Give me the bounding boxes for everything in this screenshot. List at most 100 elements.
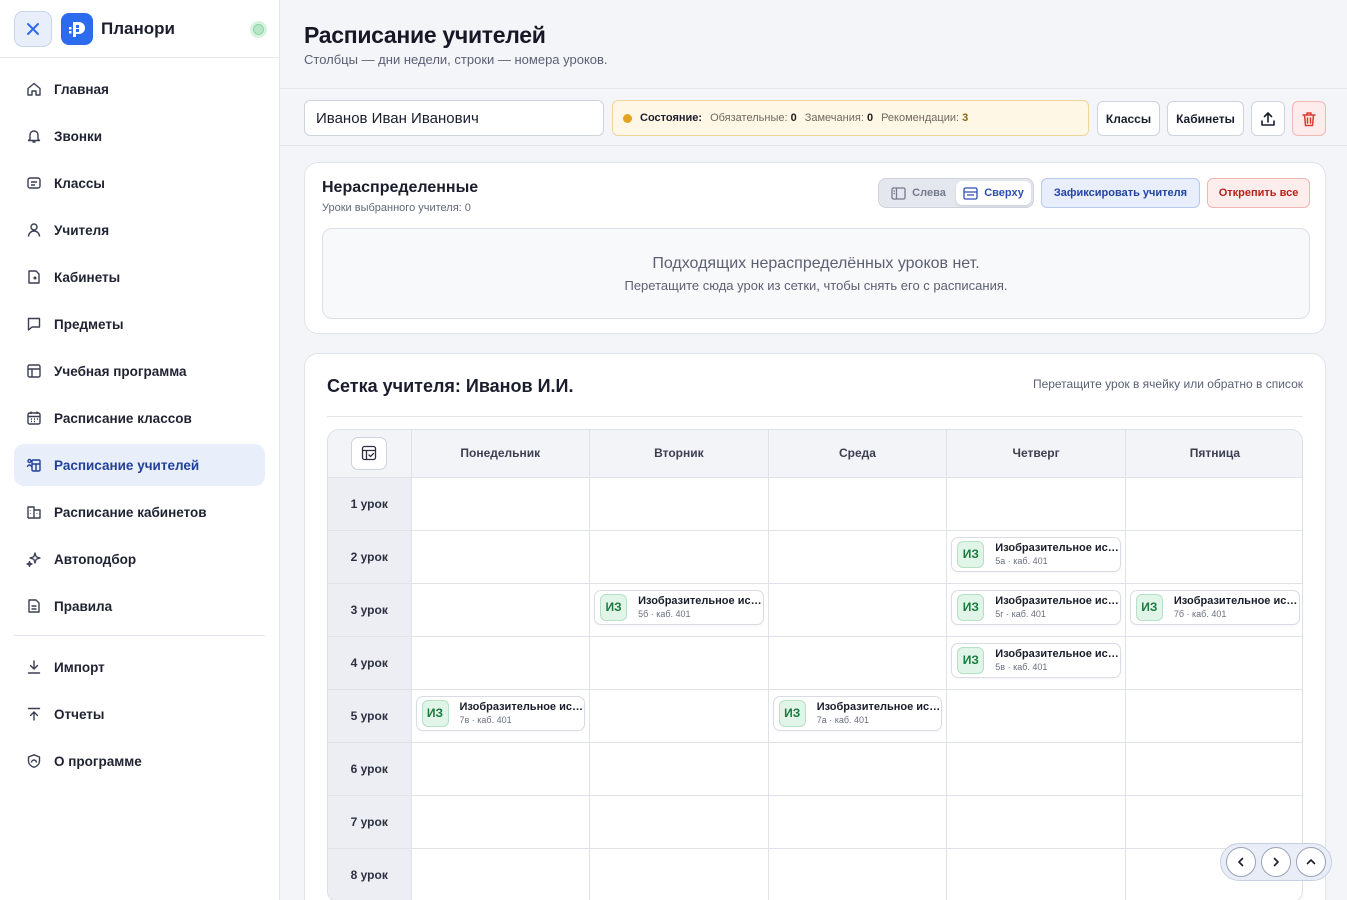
sidebar-item-reports[interactable]: Отчеты — [14, 693, 265, 735]
sidebar-divider — [14, 635, 265, 636]
schedule-cell[interactable] — [946, 848, 1126, 900]
prev-button[interactable] — [1226, 847, 1257, 877]
sidebar-item-curriculum[interactable]: Учебная программа — [14, 350, 265, 392]
subject-badge: ИЗ — [957, 540, 985, 568]
app-name: Планори — [101, 18, 175, 38]
scroll-top-button[interactable] — [1295, 847, 1326, 877]
schedule-cell[interactable] — [1125, 530, 1302, 584]
lesson-card[interactable]: ИЗ Изобразительное искусство 7а · каб. 401 — [772, 695, 943, 731]
schedule-cell[interactable] — [411, 583, 591, 637]
schedule-cell[interactable] — [411, 636, 591, 690]
schedule-cell[interactable]: ИЗ Изобразительное искусство 5г · каб. 401 — [946, 583, 1126, 637]
message-icon — [25, 315, 43, 333]
sidebar-item-autofit[interactable]: Автоподбор — [14, 538, 265, 580]
layout-top-option[interactable]: Сверху — [956, 181, 1031, 205]
sidebar-item-bells[interactable]: Звонки — [14, 115, 265, 157]
schedule-cell[interactable] — [768, 848, 948, 900]
schedule-cell[interactable] — [1125, 795, 1302, 849]
schedule-cell[interactable] — [589, 848, 769, 900]
subject-badge: ИЗ — [957, 593, 985, 621]
schedule-cell[interactable] — [946, 477, 1126, 531]
schedule-cell[interactable] — [768, 530, 948, 584]
teacher-select-input[interactable] — [304, 100, 604, 136]
sidebar-item-room-schedule[interactable]: Расписание кабинетов — [14, 491, 265, 533]
schedule-cell[interactable] — [1125, 477, 1302, 531]
schedule-cell[interactable] — [768, 477, 948, 531]
teacher-grid-panel: Сетка учителя: Иванов И.И. Перетащите ур… — [304, 353, 1326, 900]
rooms-button[interactable]: Кабинеты — [1167, 101, 1244, 136]
lesson-card[interactable]: ИЗ Изобразительное искусство 5б · каб. 401 — [594, 589, 764, 625]
schedule-cell[interactable] — [946, 795, 1126, 849]
sidebar-item-class-schedule[interactable]: Расписание классов — [14, 397, 265, 439]
schedule-cell[interactable] — [411, 848, 591, 900]
close-icon — [27, 22, 39, 35]
bell-icon — [25, 127, 43, 145]
table-settings-icon — [362, 446, 377, 461]
sidebar-item-teachers[interactable]: Учителя — [14, 209, 265, 251]
lesson-card[interactable]: ИЗ Изобразительное искусство 5г · каб. 401 — [951, 589, 1121, 625]
sidebar-item-classes[interactable]: Классы — [14, 162, 265, 204]
sidebar-item-teacher-schedule[interactable]: Расписание учителей — [14, 444, 265, 486]
subject-badge: ИЗ — [1135, 593, 1163, 621]
lesson-card[interactable]: ИЗ Изобразительное искусство 5а · каб. 401 — [951, 536, 1121, 572]
toolbar: Состояние: Обязательные: 0 Замечания: 0 … — [280, 88, 1347, 146]
schedule-cell[interactable]: ИЗ Изобразительное искусство 7в · каб. 401 — [411, 689, 591, 743]
grid-settings-button[interactable] — [351, 436, 388, 470]
lesson-number: 7 урок — [328, 795, 412, 849]
schedule-cell[interactable] — [768, 583, 948, 637]
lesson-subject: Изобразительное искусство — [459, 701, 585, 713]
sidebar-item-rooms[interactable]: Кабинеты — [14, 256, 265, 298]
recommendations-count: Рекомендации: 3 — [881, 112, 969, 124]
schedule-cell[interactable] — [1125, 689, 1302, 743]
schedule-cell[interactable] — [589, 530, 769, 584]
lesson-card[interactable]: ИЗ Изобразительное искусство 7б · каб. 401 — [1129, 589, 1300, 625]
sidebar-item-about[interactable]: О программе — [14, 740, 265, 782]
lesson-card[interactable]: ИЗ Изобразительное искусство 5в · каб. 401 — [951, 642, 1121, 678]
lesson-subject: Изобразительное искусство — [638, 595, 763, 607]
lesson-meta: 7в · каб. 401 — [459, 715, 512, 725]
schedule-cell[interactable] — [589, 795, 769, 849]
subject-badge: ИЗ — [957, 646, 985, 674]
schedule-cell[interactable] — [768, 742, 948, 796]
main-content: Расписание учителей Столбцы — дни недели… — [280, 0, 1347, 900]
schedule-cell[interactable]: ИЗ Изобразительное искусство 7а · каб. 401 — [768, 689, 948, 743]
schedule-cell[interactable] — [589, 636, 769, 690]
sidebar-item-rules[interactable]: Правила — [14, 585, 265, 627]
fix-teacher-button[interactable]: Зафиксировать учителя — [1041, 178, 1200, 208]
schedule-cell[interactable] — [411, 795, 591, 849]
sidebar-item-label: Расписание учителей — [54, 457, 200, 473]
schedule-grid: Понедельник Вторник Среда Четверг Пятница 1 … — [327, 429, 1303, 900]
schedule-cell[interactable] — [411, 530, 591, 584]
schedule-cell[interactable]: ИЗ Изобразительное искусство 5а · каб. 401 — [946, 530, 1126, 584]
sidebar-item-subjects[interactable]: Предметы — [14, 303, 265, 345]
schedule-cell[interactable] — [768, 636, 948, 690]
next-button[interactable] — [1260, 847, 1291, 877]
sidebar-item-home[interactable]: Главная — [14, 68, 265, 110]
unpin-all-button[interactable]: Открепить все — [1207, 178, 1310, 208]
schedule-cell[interactable] — [946, 689, 1126, 743]
schedule-cell[interactable] — [589, 689, 769, 743]
unassigned-panel: Нераспределенные Уроки выбранного учител… — [304, 162, 1326, 334]
close-sidebar-button[interactable] — [14, 10, 52, 47]
schedule-cell[interactable]: ИЗ Изобразительное искусство 5в · каб. 401 — [946, 636, 1126, 690]
lesson-card[interactable]: ИЗ Изобразительное искусство 7в · каб. 401 — [415, 695, 586, 731]
schedule-cell[interactable] — [589, 742, 769, 796]
schedule-cell[interactable] — [768, 795, 948, 849]
classes-button[interactable]: Классы — [1097, 101, 1160, 136]
lesson-subject: Изобразительное искусство — [995, 595, 1120, 607]
sidebar-item-import[interactable]: Импорт — [14, 646, 265, 688]
schedule-cell[interactable] — [1125, 636, 1302, 690]
unassigned-dropzone[interactable]: Подходящих нераспределённых уроков нет. … — [322, 228, 1310, 319]
schedule-cell[interactable]: ИЗ Изобразительное искусство 5б · каб. 401 — [589, 583, 769, 637]
schedule-cell[interactable] — [411, 477, 591, 531]
schedule-cell[interactable] — [589, 477, 769, 531]
schedule-cell[interactable] — [946, 742, 1126, 796]
schedule-cell[interactable] — [411, 742, 591, 796]
schedule-cell[interactable] — [1125, 742, 1302, 796]
export-button[interactable] — [1251, 101, 1285, 136]
layout-left-option[interactable]: Слева — [881, 181, 956, 205]
schedule-cell[interactable]: ИЗ Изобразительное искусство 7б · каб. 401 — [1125, 583, 1302, 637]
delete-button[interactable] — [1292, 101, 1326, 136]
sidebar-item-label: Автоподбор — [54, 551, 137, 567]
lesson-number: 4 урок — [328, 636, 412, 690]
